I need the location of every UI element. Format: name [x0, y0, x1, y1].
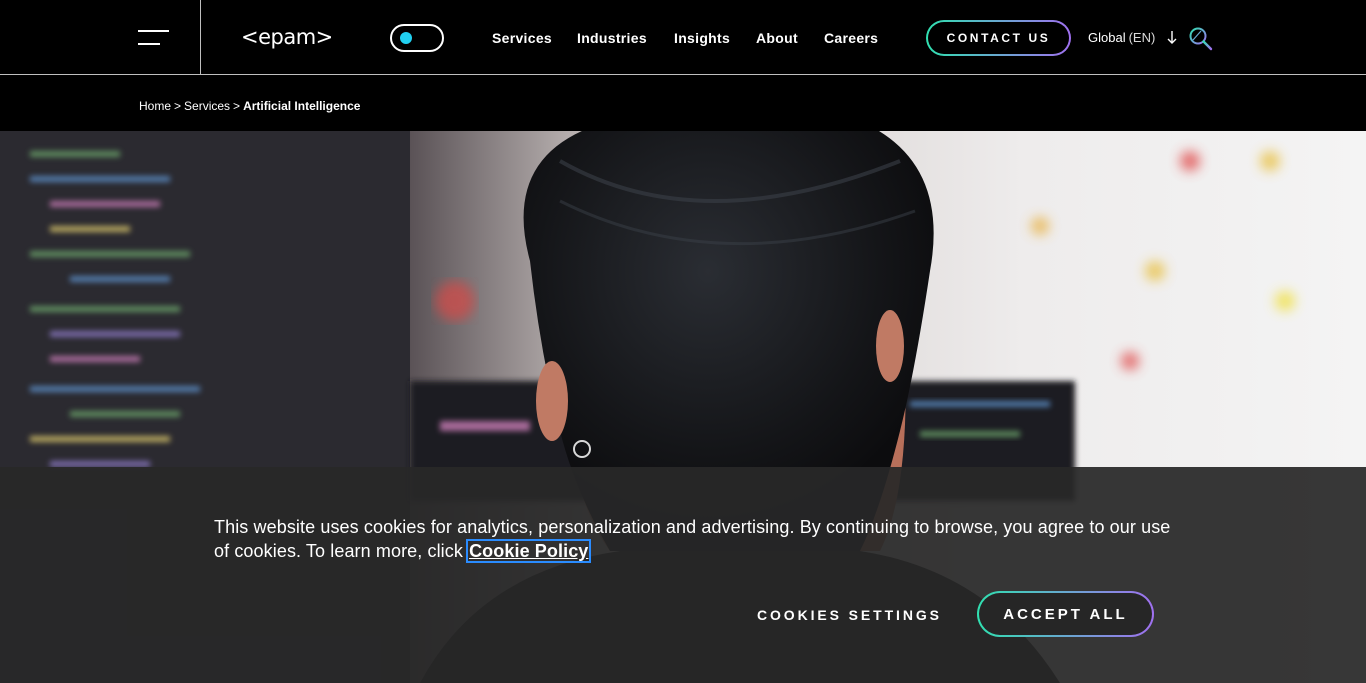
breadcrumb-separator: >	[174, 99, 182, 113]
hamburger-icon-line	[138, 43, 160, 45]
cookies-settings-button[interactable]: COOKIES SETTINGS	[757, 606, 942, 624]
breadcrumb: Home > Services > Artificial Intelligence	[139, 99, 360, 113]
nav-insights[interactable]: Insights	[674, 29, 730, 47]
nav-services[interactable]: Services	[492, 29, 552, 47]
header-divider	[200, 0, 201, 75]
site-header: <epam> Services Industries Insights Abou…	[0, 0, 1366, 75]
epam-logo[interactable]: <epam>	[241, 24, 333, 50]
arrow-down-icon[interactable]	[1166, 30, 1178, 45]
contact-us-button[interactable]: CONTACT US	[926, 20, 1071, 56]
theme-toggle-knob	[400, 32, 412, 44]
breadcrumb-services[interactable]: Services	[184, 99, 230, 113]
cookie-message-text: This website uses cookies for analytics,…	[214, 517, 1171, 561]
nav-about[interactable]: About	[756, 29, 798, 47]
contact-us-label: CONTACT US	[928, 22, 1069, 54]
nav-careers[interactable]: Careers	[824, 29, 878, 47]
accept-all-button[interactable]: ACCEPT ALL	[977, 591, 1154, 637]
theme-toggle[interactable]	[390, 24, 444, 52]
search-icon[interactable]	[1188, 26, 1214, 52]
cookie-policy-link[interactable]: Cookie Policy	[466, 539, 592, 563]
locale-selector[interactable]: Global (EN)	[1088, 30, 1155, 46]
breadcrumb-bar: Home > Services > Artificial Intelligence	[0, 76, 1366, 131]
locale-code: (EN)	[1128, 30, 1156, 45]
breadcrumb-home[interactable]: Home	[139, 99, 171, 113]
nav-industries[interactable]: Industries	[577, 29, 647, 47]
accept-all-label: ACCEPT ALL	[979, 593, 1152, 635]
cookie-message: This website uses cookies for analytics,…	[214, 515, 1174, 563]
hamburger-menu-button[interactable]	[138, 29, 170, 47]
cookie-banner: This website uses cookies for analytics,…	[0, 467, 1366, 683]
breadcrumb-separator: >	[233, 99, 241, 113]
hamburger-icon-line	[138, 30, 169, 32]
locale-label: Global	[1088, 30, 1126, 45]
breadcrumb-current: Artificial Intelligence	[243, 99, 361, 113]
